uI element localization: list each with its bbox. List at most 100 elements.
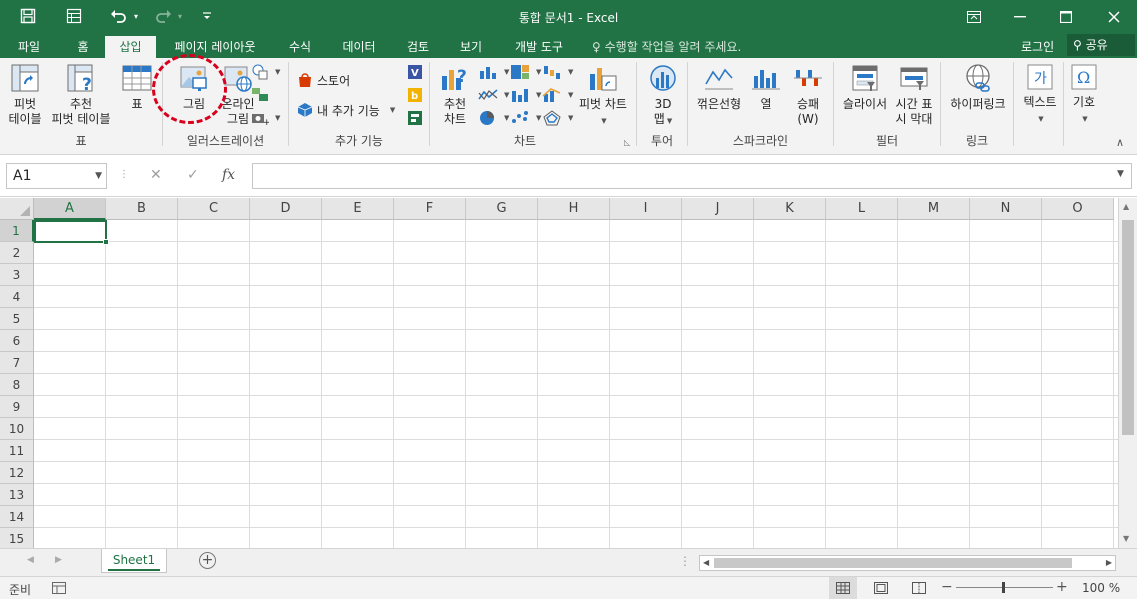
column-header[interactable]: A	[34, 198, 106, 220]
ribbon-display-icon[interactable]	[951, 0, 997, 33]
row-header[interactable]: 4	[0, 286, 34, 308]
slicer-button[interactable]: 슬라이서	[836, 62, 894, 112]
undo-icon[interactable]	[107, 4, 131, 28]
combo-chart-button[interactable]: ▼	[542, 85, 573, 105]
sparkline-line-button[interactable]: 꺾은선형	[692, 62, 746, 112]
add-sheet-icon[interactable]: +	[199, 552, 216, 569]
scroll-down-icon[interactable]: ▼	[1123, 534, 1129, 543]
column-header[interactable]: L	[826, 198, 898, 220]
zoom-slider-thumb[interactable]	[1002, 582, 1005, 593]
share-button[interactable]: ⚲ 공유	[1067, 34, 1135, 56]
close-icon[interactable]	[1091, 0, 1137, 33]
column-header[interactable]: G	[466, 198, 538, 220]
row-header[interactable]: 6	[0, 330, 34, 352]
row-header[interactable]: 10	[0, 418, 34, 440]
column-header[interactable]: I	[610, 198, 682, 220]
expand-formula-icon[interactable]: ▼	[1117, 169, 1124, 179]
name-box[interactable]: A1 ▼	[6, 163, 107, 189]
name-box-dropdown-icon[interactable]: ▼	[95, 164, 102, 188]
next-sheet-icon[interactable]: ▶	[55, 555, 62, 565]
vertical-scrollbar[interactable]: ▲ ▼	[1118, 198, 1137, 548]
horizontal-scrollbar[interactable]: ◀ ▶	[699, 555, 1116, 571]
zoom-in-button[interactable]: +	[1056, 579, 1068, 595]
column-header[interactable]: C	[178, 198, 250, 220]
timeline-button[interactable]: 시간 표 시 막대	[892, 62, 936, 127]
column-header[interactable]: M	[898, 198, 970, 220]
column-header[interactable]: K	[754, 198, 826, 220]
row-header[interactable]: 13	[0, 484, 34, 506]
stat-chart-button[interactable]: ▼	[510, 85, 541, 105]
cell-area[interactable]	[34, 220, 1118, 548]
maximize-icon[interactable]	[1043, 0, 1089, 33]
signin-link[interactable]: 로그인	[1021, 36, 1054, 58]
table-button[interactable]: 표	[118, 62, 156, 112]
sparkline-winloss-button[interactable]: 승패 (W)	[788, 62, 828, 127]
scatter-chart-button[interactable]: ▼	[510, 108, 541, 128]
pivot-table-button[interactable]: 피벗 테이블	[4, 62, 46, 127]
column-header[interactable]: E	[322, 198, 394, 220]
store-button[interactable]: 스토어	[297, 70, 350, 90]
row-header[interactable]: 8	[0, 374, 34, 396]
row-header[interactable]: 5	[0, 308, 34, 330]
collapse-ribbon-icon[interactable]: ∧	[1116, 136, 1124, 149]
smartart-button[interactable]	[251, 84, 273, 104]
tab-file[interactable]: 파일	[6, 36, 52, 58]
3d-map-button[interactable]: 3D 맵 ▼	[643, 62, 683, 129]
symbols-button[interactable]: Ω 기호 ▼	[1066, 62, 1102, 127]
sheet-tab[interactable]: Sheet1	[101, 549, 167, 573]
formula-input[interactable]	[252, 163, 1132, 189]
row-header[interactable]: 12	[0, 462, 34, 484]
active-cell[interactable]	[34, 220, 107, 243]
tab-home[interactable]: 홈	[63, 36, 103, 58]
column-header[interactable]: N	[970, 198, 1042, 220]
hierarchy-chart-button[interactable]: ▼	[510, 62, 541, 82]
column-header[interactable]: H	[538, 198, 610, 220]
my-addins-button[interactable]: 내 추가 기능 ▼	[297, 100, 395, 120]
undo-dropdown-icon[interactable]: ▾	[131, 4, 141, 28]
dialog-launcher-icon[interactable]: ◺	[624, 138, 630, 147]
row-header[interactable]: 1	[0, 220, 34, 242]
split-handle-icon[interactable]: ⋮	[679, 554, 691, 568]
scroll-right-icon[interactable]: ▶	[1106, 558, 1112, 567]
radar-chart-button[interactable]: ▼	[542, 108, 573, 128]
zoom-level[interactable]: 100 %	[1082, 581, 1120, 595]
save-icon[interactable]	[16, 4, 40, 28]
zoom-out-button[interactable]: −	[941, 579, 953, 595]
visio-icon[interactable]: V	[407, 64, 423, 80]
form-icon[interactable]	[62, 4, 86, 28]
column-header[interactable]: D	[250, 198, 322, 220]
recommended-pivot-button[interactable]: ? 추천 피벗 테이블	[48, 62, 114, 127]
hyperlink-button[interactable]: 하이퍼링크	[945, 62, 1011, 112]
prev-sheet-icon[interactable]: ◀	[27, 555, 34, 565]
row-header[interactable]: 3	[0, 264, 34, 286]
fill-handle[interactable]	[103, 239, 109, 245]
pie-chart-button[interactable]: ▼	[478, 108, 509, 128]
normal-view-icon[interactable]	[829, 577, 857, 599]
insert-function-icon[interactable]: fx	[222, 167, 235, 183]
scroll-up-icon[interactable]: ▲	[1123, 202, 1129, 211]
column-header[interactable]: B	[106, 198, 178, 220]
cancel-icon[interactable]: ✕	[150, 167, 162, 183]
picture-button[interactable]: 그림	[171, 62, 217, 112]
bing-icon[interactable]: b	[407, 87, 423, 103]
customize-icon[interactable]	[199, 4, 215, 28]
macro-record-icon[interactable]	[52, 582, 66, 597]
minimize-icon[interactable]	[997, 0, 1043, 33]
row-header[interactable]: 2	[0, 242, 34, 264]
horizontal-scroll-thumb[interactable]	[714, 558, 1072, 568]
tab-page-layout[interactable]: 페이지 레이아웃	[165, 36, 265, 58]
line-chart-button[interactable]: ▼	[478, 85, 509, 105]
column-header[interactable]: J	[682, 198, 754, 220]
tab-data[interactable]: 데이터	[332, 36, 386, 58]
tab-review[interactable]: 검토	[396, 36, 440, 58]
sparkline-column-button[interactable]: 열	[750, 62, 782, 112]
zoom-slider[interactable]	[956, 582, 1053, 593]
vertical-scroll-thumb[interactable]	[1122, 220, 1134, 435]
page-layout-view-icon[interactable]	[874, 582, 888, 597]
screenshot-button[interactable]: + ▼	[251, 108, 280, 128]
worksheet-grid[interactable]: ABCDEFGHIJKLMNO 1 2 3 4 5 6 7 8 9 10 11 12 13 14 15	[0, 198, 1118, 548]
tab-view[interactable]: 보기	[449, 36, 493, 58]
row-header[interactable]: 9	[0, 396, 34, 418]
page-break-view-icon[interactable]	[912, 582, 926, 597]
tab-developer[interactable]: 개발 도구	[503, 36, 575, 58]
